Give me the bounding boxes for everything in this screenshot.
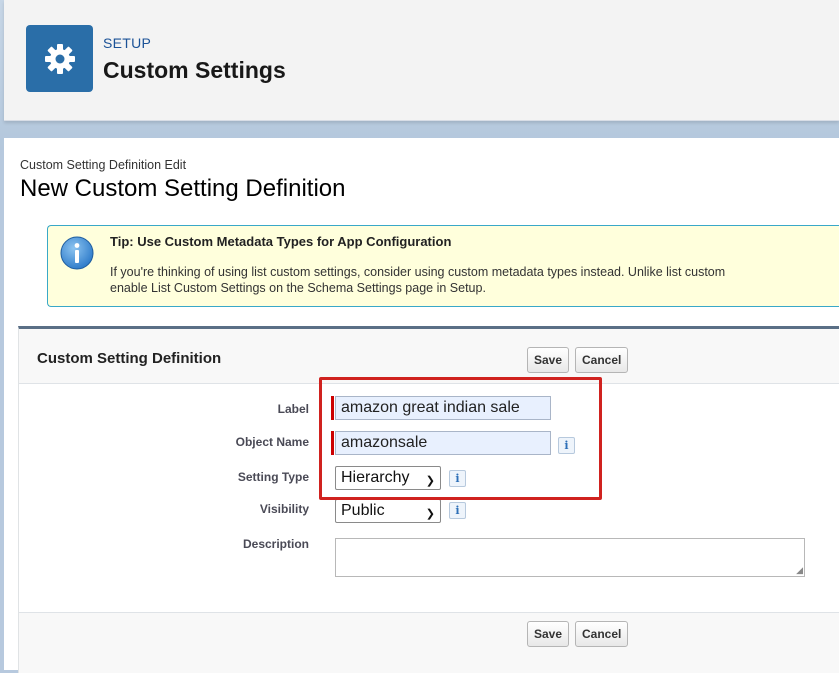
breadcrumb: Custom Setting Definition Edit xyxy=(20,158,187,172)
description-textarea[interactable]: ◢ xyxy=(335,538,805,577)
panel-title: Custom Setting Definition xyxy=(37,350,222,367)
annotation-highlight-box xyxy=(319,377,602,500)
tip-title: Tip: Use Custom Metadata Types for App C… xyxy=(110,234,452,249)
setup-header: SETUP Custom Settings xyxy=(4,0,839,121)
gear-icon xyxy=(26,25,93,92)
custom-setting-definition-panel: Custom Setting Definition Save Cancel La… xyxy=(18,326,839,673)
header-title: Custom Settings xyxy=(103,57,286,83)
tip-text-line: enable List Custom Settings on the Schem… xyxy=(110,281,486,295)
label-field-label: Label xyxy=(277,402,309,416)
resize-handle-icon[interactable]: ◢ xyxy=(796,566,803,575)
chevron-down-icon: ❯ xyxy=(425,508,435,520)
info-icon xyxy=(60,236,94,270)
tip-text-line: If you're thinking of using list custom … xyxy=(110,265,726,279)
object-name-field-label: Object Name xyxy=(235,435,309,449)
cancel-button-bottom[interactable]: Cancel xyxy=(575,621,629,647)
save-button-top[interactable]: Save xyxy=(527,347,570,373)
tip-text: If you're thinking of using list custom … xyxy=(110,264,725,296)
tip-message: Tip: Use Custom Metadata Types for App C… xyxy=(47,225,839,307)
save-button-bottom[interactable]: Save xyxy=(527,621,570,647)
visibility-field-label: Visibility xyxy=(259,502,309,516)
setup-label: SETUP xyxy=(103,35,152,51)
edit-page: Custom Setting Definition Edit New Custo… xyxy=(4,138,839,673)
panel-divider xyxy=(19,612,839,613)
page-title: New Custom Setting Definition xyxy=(20,175,346,202)
visibility-value: Public xyxy=(341,502,385,519)
cancel-button-top[interactable]: Cancel xyxy=(575,347,629,373)
description-field-label: Description xyxy=(242,537,309,551)
visibility-select[interactable]: Public ❯ xyxy=(335,499,441,523)
visibility-help-icon[interactable]: i xyxy=(449,502,466,519)
definition-form: Label amazon great indian sale Object Na… xyxy=(19,377,839,612)
setting-type-field-label: Setting Type xyxy=(237,470,309,484)
